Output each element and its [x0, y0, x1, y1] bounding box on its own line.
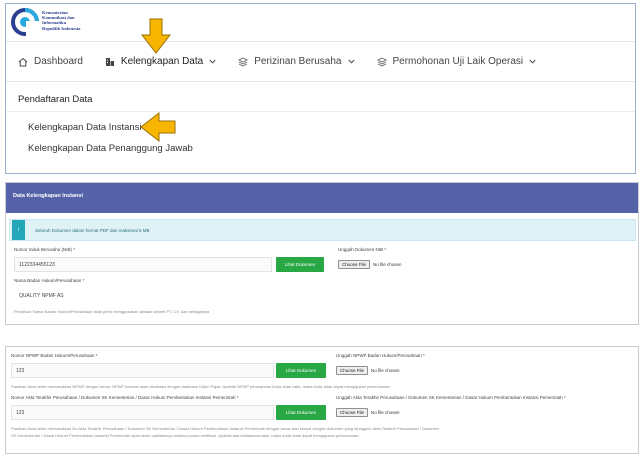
nav-item-kelengkapan-data[interactable]: Kelengkapan Data: [105, 56, 216, 67]
field-nib-upload: Unggah Dokumen NIB * Choose File No file…: [326, 241, 626, 272]
info-text: Seluruh Dokumen dalam format PDF dan mak…: [35, 227, 150, 233]
dropdown-heading: Pendaftaran Data: [6, 82, 635, 112]
field-akta-upload: Unggah Akta Terakhir Perusahaan / Dokume…: [328, 389, 628, 420]
hint-line: SK Kementerian / Dasar Hukum Pembentukan…: [11, 433, 360, 438]
layers-icon: [376, 56, 387, 67]
file-status: No file chosen: [371, 368, 400, 373]
menu-item-kelengkapan-data-instansi[interactable]: Kelengkapan Data Instansi: [28, 122, 635, 143]
badan-hukum-input[interactable]: QUALITY NPMF AS: [14, 288, 314, 303]
nav-item-permohonan-ulo[interactable]: Permohonan Uji Laik Operasi: [376, 56, 537, 67]
field-label: Nomor NPWP Badan Hukum/Perusahaan *: [11, 353, 98, 358]
chevron-down-icon: [209, 59, 216, 64]
home-icon: [18, 57, 28, 66]
form-row-npwp: Nomor NPWP Badan Hukum/Perusahaan * 123 …: [6, 347, 638, 378]
annotation-arrow-down-icon: [141, 18, 171, 54]
choose-file-button[interactable]: Choose File: [338, 260, 371, 269]
kominfo-logo-icon: [11, 8, 39, 36]
brand-text: Kementerian Komunikasi dan Informatika R…: [42, 10, 80, 31]
chevron-down-icon: [347, 59, 355, 64]
menu-item-kelengkapan-data-penanggung-jawab[interactable]: Kelengkapan Data Penanggung Jawab: [28, 143, 635, 164]
input-group: 1122334455123 Lihat Dokumen: [14, 257, 326, 272]
field-badan-hukum: Nama Badan Hukum/Perusahaan * QUALITY NP…: [6, 278, 638, 314]
chevron-down-icon: [529, 59, 536, 64]
nib-input[interactable]: 1122334455123: [14, 257, 272, 272]
nav-label: Permohonan Uji Laik Operasi: [392, 56, 524, 67]
form-panel-bottom: Nomor NPWP Badan Hukum/Perusahaan * 123 …: [5, 346, 639, 454]
form-row-nib: Nomor Induk Berusaha (NIB) * 11223344551…: [6, 241, 638, 272]
npwp-file-input: Choose File No file chosen: [336, 363, 628, 378]
akta-input[interactable]: 123: [11, 405, 274, 420]
info-alert: i Seluruh Dokumen dalam format PDF dan m…: [9, 219, 636, 241]
field-label: Nomor Akta Terakhir Perusahaan / Dokumen…: [11, 395, 239, 400]
npwp-input[interactable]: 123: [11, 363, 274, 378]
building-icon: [105, 57, 114, 66]
field-label: Nomor Induk Berusaha (NIB) *: [14, 247, 76, 252]
lihat-dokumen-button[interactable]: Lihat Dokumen: [276, 363, 326, 378]
nav-item-perizinan-berusaha[interactable]: Perizinan Berusaha: [238, 56, 355, 67]
form-header: Data Kelengkapan Instansi: [6, 183, 638, 213]
nav-item-dashboard[interactable]: Dashboard: [18, 56, 83, 67]
akta-file-input: Choose File No file chosen: [336, 405, 628, 420]
annotation-arrow-left-icon: [140, 112, 176, 142]
file-status: No file chosen: [373, 262, 402, 267]
field-npwp-upload: Unggah NPWP Badan Hukum/Perusahaan * Cho…: [328, 347, 628, 378]
nav-label: Kelengkapan Data: [120, 56, 204, 67]
input-group: 123 Lihat Dokumen: [11, 405, 328, 420]
navigation-panel: Kementerian Komunikasi dan Informatika R…: [5, 3, 636, 174]
file-status: No file chosen: [371, 410, 400, 415]
akta-hint: Pastikan Anda telah memasukkan No Akta T…: [6, 420, 638, 439]
field-hint: Penulisan Nama Badan Hukum/Perusahaan ti…: [14, 309, 210, 314]
hint-line: Pastikan Anda telah memasukkan No Akta T…: [11, 426, 440, 431]
nib-file-input: Choose File No file chosen: [338, 257, 626, 272]
lihat-dokumen-button[interactable]: Lihat Dokumen: [276, 405, 326, 420]
field-npwp: Nomor NPWP Badan Hukum/Perusahaan * 123 …: [6, 347, 328, 378]
field-akta: Nomor Akta Terakhir Perusahaan / Dokumen…: [6, 389, 328, 420]
main-navbar: Dashboard Kelengkapan Data Perizinan Ber…: [6, 42, 635, 82]
field-nib: Nomor Induk Berusaha (NIB) * 11223344551…: [6, 241, 326, 272]
choose-file-button[interactable]: Choose File: [336, 408, 369, 417]
nav-label: Dashboard: [34, 56, 83, 67]
info-icon: i: [12, 220, 25, 240]
form-panel-top: Data Kelengkapan Instansi i Seluruh Doku…: [5, 182, 639, 325]
field-label: Unggah Dokumen NIB *: [338, 247, 387, 252]
field-label: Nama Badan Hukum/Perusahaan *: [14, 278, 85, 283]
brand-line: Republik Indonesia: [42, 25, 81, 31]
layers-icon: [238, 56, 249, 67]
nav-label: Perizinan Berusaha: [254, 56, 342, 67]
input-group: QUALITY NPMF AS: [14, 288, 638, 303]
lihat-dokumen-button[interactable]: Lihat Dokumen: [276, 257, 324, 272]
header-logo-bar: Kementerian Komunikasi dan Informatika R…: [6, 4, 635, 42]
choose-file-button[interactable]: Choose File: [336, 366, 369, 375]
field-label: Unggah Akta Terakhir Perusahaan / Dokume…: [336, 395, 566, 400]
dropdown-menu: Kelengkapan Data Instansi Kelengkapan Da…: [6, 112, 635, 164]
input-group: 123 Lihat Dokumen: [11, 363, 328, 378]
field-label: Unggah NPWP Badan Hukum/Perusahaan *: [336, 353, 425, 358]
form-row-akta: Nomor Akta Terakhir Perusahaan / Dokumen…: [6, 389, 638, 420]
